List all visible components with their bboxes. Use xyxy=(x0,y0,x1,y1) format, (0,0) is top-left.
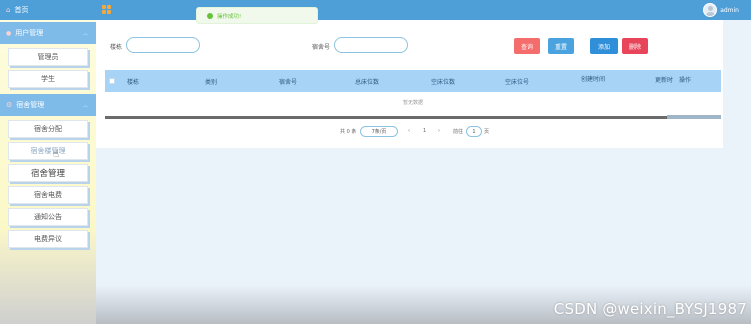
hand-cursor-icon: ☝ xyxy=(53,149,60,160)
sidebar-group-label: 宿舍管理 xyxy=(16,101,45,109)
column-header: 楼栋 xyxy=(127,79,140,86)
room-input[interactable] xyxy=(334,37,408,53)
sidebar-item-dorm-assign[interactable]: 宿舍分配 xyxy=(8,120,88,138)
user-icon: ● xyxy=(6,29,12,37)
home-icon: ⌂ xyxy=(6,6,11,14)
building-input[interactable] xyxy=(126,37,200,53)
next-page-button[interactable]: › xyxy=(438,128,440,134)
column-header: 空床位号 xyxy=(505,79,530,86)
column-header: 类别 xyxy=(205,79,218,86)
page-size-select[interactable]: 7条/页 xyxy=(360,126,398,137)
sidebar-item-label: 宿舍楼管理 xyxy=(30,147,66,155)
sidebar-group-dorm-management[interactable]: ⚙ 宿舍管理 ︿ xyxy=(0,94,96,116)
gear-icon: ⚙ xyxy=(6,101,13,109)
delete-button[interactable]: 删除 xyxy=(622,38,648,54)
sidebar: ⌂ 首页 ● 用户管理 ︿ 管理员 学生 ⚙ 宿舍管理 ︿ 宿舍分配 宿舍楼管理… xyxy=(0,0,96,324)
sidebar-group-label: 用户管理 xyxy=(15,29,44,37)
column-header: 操作 xyxy=(679,77,692,84)
select-all-checkbox[interactable] xyxy=(109,78,115,84)
chevron-up-icon: ︿ xyxy=(82,102,88,109)
sidebar-item-fee-dispute[interactable]: 电费异议 xyxy=(8,230,88,248)
search-form: 楼栋 宿舍号 查询 重置 添加 删除 xyxy=(96,37,723,55)
user-menu[interactable]: admin xyxy=(703,3,739,17)
column-header: 空床位数 xyxy=(431,79,456,86)
sidebar-item-home[interactable]: ⌂ 首页 xyxy=(0,0,96,20)
sidebar-item-building-management[interactable]: 宿舍楼管理 ☝ xyxy=(8,142,88,160)
scrollbar-end xyxy=(667,115,721,119)
column-header: 宿舍号 xyxy=(279,79,298,86)
menu-grid-icon[interactable] xyxy=(102,5,111,14)
table-header: 楼栋 类别 宿舍号 总床位数 空床位数 空床位号 创建时间 更新时 操作 xyxy=(105,70,721,92)
chevron-up-icon: ︿ xyxy=(82,30,88,37)
goto-page-input[interactable]: 1 xyxy=(466,126,482,137)
sidebar-item-admin[interactable]: 管理员 xyxy=(8,48,88,66)
sidebar-item-student[interactable]: 学生 xyxy=(8,70,88,88)
column-header: 创建时间 xyxy=(581,76,606,83)
column-header: 更新时 xyxy=(655,77,674,84)
reset-button[interactable]: 重置 xyxy=(548,38,574,54)
sidebar-item-dorm-electricity[interactable]: 宿舍电费 xyxy=(8,186,88,204)
sidebar-item-dorm-management[interactable]: 宿舍管理 xyxy=(8,164,88,182)
sidebar-item-label: 首页 xyxy=(14,6,29,14)
pagination-total: 共 0 条 xyxy=(340,129,357,135)
sidebar-item-notice[interactable]: 通知公告 xyxy=(8,208,88,226)
room-label: 宿舍号 xyxy=(312,44,331,51)
page-unit-label: 页 xyxy=(484,129,490,135)
main-panel: 楼栋 宿舍号 查询 重置 添加 删除 楼栋 类别 宿舍号 总床位数 空床位数 空… xyxy=(96,20,723,148)
username: admin xyxy=(720,6,739,14)
success-toast: 操作成功! xyxy=(196,7,318,24)
page-number-current[interactable]: 1 xyxy=(423,128,426,134)
horizontal-scrollbar[interactable] xyxy=(105,116,721,119)
sidebar-group-user-management[interactable]: ● 用户管理 ︿ xyxy=(0,22,96,44)
goto-label: 前往 xyxy=(453,129,464,135)
toast-message: 操作成功! xyxy=(217,13,242,20)
column-header: 总床位数 xyxy=(355,79,380,86)
prev-page-button[interactable]: ‹ xyxy=(408,128,410,134)
watermark: CSDN @weixin_BYSJ1987 xyxy=(553,300,747,318)
add-button[interactable]: 添加 xyxy=(590,38,618,54)
building-label: 楼栋 xyxy=(110,44,123,51)
query-button[interactable]: 查询 xyxy=(514,38,540,54)
table-empty-row: 暂无数据 xyxy=(402,100,423,106)
top-bar: admin xyxy=(96,0,751,20)
avatar xyxy=(703,3,718,17)
success-icon xyxy=(207,12,213,19)
pagination: 共 0 条 7条/页 ‹ 1 › 前往 1 页 xyxy=(96,126,723,138)
